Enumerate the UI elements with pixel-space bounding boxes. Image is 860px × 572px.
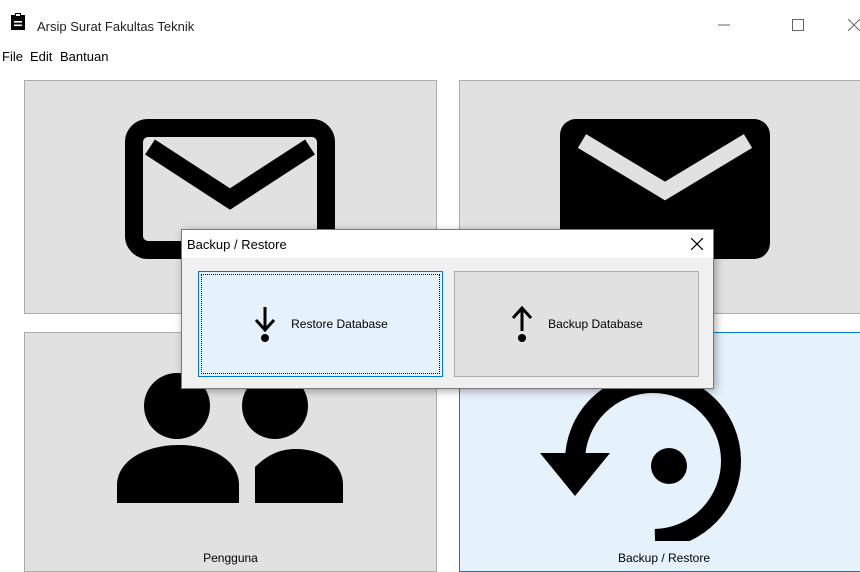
close-icon bbox=[848, 19, 860, 31]
restore-database-label: Restore Database bbox=[291, 317, 388, 331]
menu-file[interactable]: File bbox=[2, 49, 23, 64]
backup-restore-dialog: Backup / Restore Restore Database Backup… bbox=[181, 229, 714, 389]
main-window: Arsip Surat Fakultas Teknik File Edit Ba… bbox=[0, 0, 860, 572]
dialog-close-button[interactable] bbox=[687, 234, 707, 254]
window-title: Arsip Surat Fakultas Teknik bbox=[37, 19, 195, 34]
menu-bar: File Edit Bantuan bbox=[0, 46, 860, 66]
minimize-button[interactable] bbox=[704, 12, 744, 38]
menu-edit[interactable]: Edit bbox=[30, 49, 52, 64]
minimize-icon bbox=[718, 24, 730, 26]
dialog-title-bar[interactable]: Backup / Restore bbox=[182, 230, 713, 258]
arrow-up-icon bbox=[512, 305, 533, 342]
close-window-button[interactable] bbox=[834, 12, 860, 38]
arrow-down-icon bbox=[255, 307, 276, 342]
clipboard-icon bbox=[11, 13, 25, 30]
close-icon bbox=[691, 238, 703, 250]
maximize-button[interactable] bbox=[778, 12, 818, 38]
backup-database-button[interactable]: Backup Database bbox=[454, 271, 699, 377]
maximize-icon bbox=[792, 19, 804, 31]
backup-database-label: Backup Database bbox=[548, 317, 643, 331]
restore-database-button[interactable]: Restore Database bbox=[198, 271, 443, 377]
menu-bantuan[interactable]: Bantuan bbox=[60, 49, 108, 64]
title-bar[interactable]: Arsip Surat Fakultas Teknik bbox=[0, 0, 860, 38]
users-icon bbox=[117, 373, 343, 503]
dialog-title: Backup / Restore bbox=[187, 237, 287, 252]
